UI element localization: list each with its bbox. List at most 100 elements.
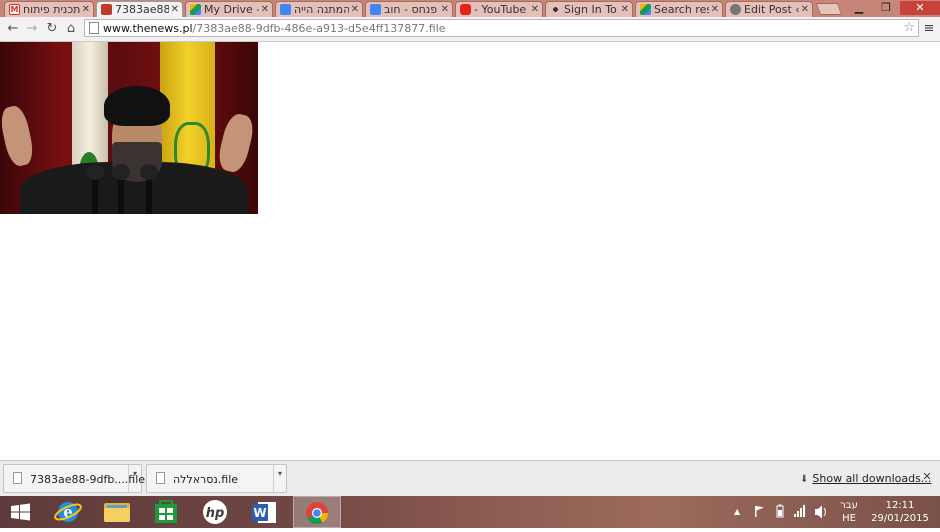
- clock-time: 12:11: [885, 500, 915, 511]
- page-image: [0, 42, 258, 214]
- clock[interactable]: 12:11 29/01/2015: [866, 499, 934, 525]
- address-bar[interactable]: www.thenews.pl/7383ae88-9dfb-486e-a913-d…: [84, 19, 919, 37]
- folder-icon: [104, 503, 130, 522]
- url-text[interactable]: www.thenews.pl/7383ae88-9dfb-486e-a913-d…: [103, 22, 446, 35]
- microphone-icon: [112, 164, 130, 214]
- tab-title: Search resu: [654, 3, 709, 16]
- hp-icon: hp: [203, 500, 227, 524]
- download-icon: ⬇: [800, 474, 809, 485]
- new-tab-button[interactable]: [815, 3, 843, 15]
- chrome-icon: [306, 502, 328, 524]
- url-host: www.thenews.pl: [103, 22, 193, 35]
- taskbar-hp[interactable]: hp: [191, 496, 239, 528]
- restore-button[interactable]: ❐: [873, 1, 899, 15]
- download-filename: נסראללה.file: [173, 473, 239, 486]
- taskbar-store[interactable]: [142, 496, 190, 528]
- taskbar: e hp W ▲ עבר HE 12:11 29/01/2015: [0, 496, 940, 528]
- clock-date: 29/01/2015: [871, 513, 929, 524]
- docs-icon: [370, 4, 381, 15]
- tab-edit-post[interactable]: Edit Post ‹ J ✕: [725, 1, 813, 17]
- close-icon[interactable]: ✕: [531, 3, 539, 16]
- close-icon[interactable]: ✕: [261, 3, 269, 16]
- page-icon: [89, 22, 99, 34]
- hand-right-shape: [215, 111, 257, 175]
- tab-search[interactable]: Search resu ✕: [635, 1, 723, 17]
- battery-icon[interactable]: [774, 496, 786, 528]
- tab-sign-in[interactable]: Sign In To Y ✕: [545, 1, 633, 17]
- reload-icon[interactable]: ↻: [43, 20, 61, 38]
- volume-icon[interactable]: [812, 496, 828, 528]
- dots-icon: [550, 4, 561, 15]
- back-arrow-icon[interactable]: ←: [4, 20, 22, 38]
- page-icon: [101, 4, 112, 15]
- tab-doc-1[interactable]: המתנה הייה ✕: [275, 1, 363, 17]
- close-icon[interactable]: ✕: [441, 3, 449, 16]
- chevron-down-icon[interactable]: ▾: [273, 465, 286, 492]
- taskbar-explorer[interactable]: [93, 496, 141, 528]
- close-icon[interactable]: ✕: [711, 3, 719, 16]
- show-all-downloads-link[interactable]: ⬇ Show all downloads...: [800, 472, 931, 486]
- close-icon[interactable]: ✕: [171, 3, 179, 16]
- close-icon[interactable]: ✕: [801, 3, 809, 16]
- tab-title: Edit Post ‹ J: [744, 3, 799, 16]
- drive-icon: [190, 4, 201, 15]
- forward-arrow-icon[interactable]: →: [23, 20, 41, 38]
- chevron-down-icon[interactable]: ▾: [128, 465, 141, 492]
- svg-text:hp: hp: [206, 506, 225, 521]
- taskbar-ie[interactable]: e: [44, 496, 92, 528]
- close-icon[interactable]: ✕: [351, 3, 359, 16]
- url-path: /7383ae88-9dfb-486e-a913-d5e4ff137877.fi…: [192, 22, 446, 35]
- tab-title: 7383ae88-9: [115, 3, 169, 16]
- tab-gmail[interactable]: M תכנית פיתוח ✕: [4, 1, 94, 17]
- svg-text:W: W: [253, 506, 266, 520]
- taskbar-word[interactable]: W: [240, 496, 288, 528]
- drive-icon: [640, 4, 651, 15]
- word-icon: W: [252, 502, 276, 523]
- file-icon: [13, 472, 22, 484]
- tab-title: תכנית פיתוח: [23, 3, 80, 16]
- flag-icon[interactable]: [752, 496, 766, 528]
- youtube-icon: [460, 4, 471, 15]
- tab-strip: M תכנית פיתוח ✕ 7383ae88-9 ✕ My Drive - …: [0, 0, 940, 18]
- tab-youtube[interactable]: - YouTube ✕: [455, 1, 543, 17]
- browser-toolbar: ← → ↻ ⌂ www.thenews.pl/7383ae88-9dfb-486…: [0, 17, 940, 42]
- download-item[interactable]: נסראללה.file ▾: [146, 464, 287, 493]
- taskbar-chrome[interactable]: [293, 496, 341, 528]
- wordpress-icon: [730, 4, 741, 15]
- minimize-button[interactable]: ▁: [846, 1, 872, 15]
- tab-title: פנחס - חוב: [384, 3, 438, 16]
- tray-chevron-up-icon[interactable]: ▲: [734, 496, 744, 528]
- internet-explorer-icon: e: [54, 502, 82, 522]
- menu-icon[interactable]: ≡: [922, 20, 936, 38]
- start-button[interactable]: [0, 496, 44, 528]
- close-icon[interactable]: ✕: [82, 3, 90, 16]
- hand-left-shape: [0, 103, 36, 169]
- gmail-icon: M: [9, 4, 20, 15]
- bookmark-star-icon[interactable]: ☆: [903, 20, 915, 36]
- store-icon: [155, 500, 177, 523]
- language-code: HE: [842, 513, 856, 524]
- close-shelf-icon[interactable]: ✕: [920, 470, 934, 484]
- input-language[interactable]: עבר HE: [836, 499, 862, 525]
- tab-active[interactable]: 7383ae88-9 ✕: [96, 1, 183, 18]
- tab-drive[interactable]: My Drive - ✕: [185, 1, 273, 17]
- language-script: עבר: [840, 500, 858, 511]
- download-shelf: 7383ae88-9dfb....file ▾ נסראללה.file ▾ ⬇…: [0, 460, 940, 496]
- close-icon[interactable]: ✕: [621, 3, 629, 16]
- windows-logo-icon: [11, 503, 30, 521]
- tab-title: - YouTube: [474, 3, 527, 16]
- docs-icon: [280, 4, 291, 15]
- tab-title: המתנה הייה: [294, 3, 349, 16]
- microphone-icon: [86, 164, 104, 214]
- tab-title: Sign In To Y: [564, 3, 619, 16]
- download-item[interactable]: 7383ae88-9dfb....file ▾: [3, 464, 145, 493]
- microphone-icon: [140, 164, 158, 214]
- home-icon[interactable]: ⌂: [62, 20, 80, 38]
- signal-icon[interactable]: [792, 496, 806, 528]
- window-close-button[interactable]: ✕: [900, 1, 940, 15]
- turban-shape: [104, 86, 170, 126]
- tab-doc-2[interactable]: פנחס - חוב ✕: [365, 1, 453, 17]
- file-icon: [156, 472, 165, 484]
- show-all-downloads-label: Show all downloads...: [812, 472, 932, 485]
- tab-title: My Drive -: [204, 3, 259, 16]
